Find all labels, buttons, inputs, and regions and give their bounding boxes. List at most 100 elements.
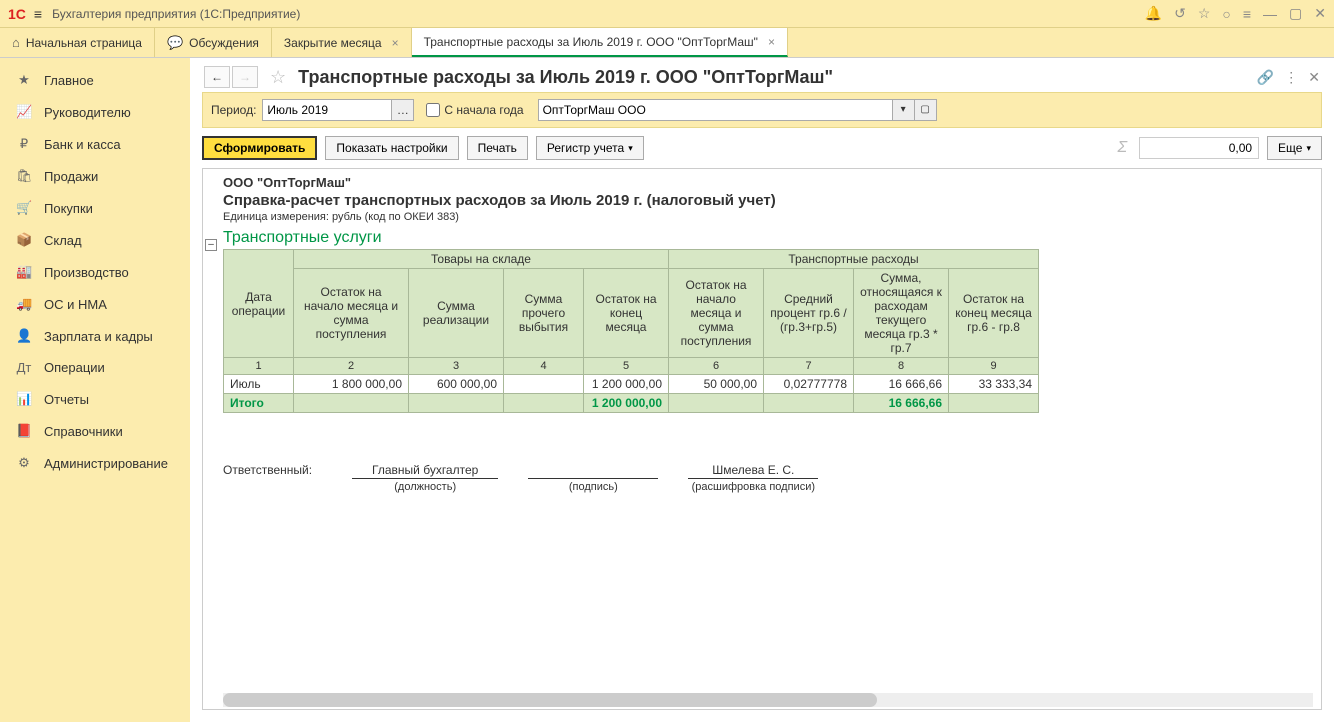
tab-close-month[interactable]: Закрытие месяца × bbox=[272, 28, 412, 57]
table-total-row: Итого 1 200 000,00 16 666,66 bbox=[224, 394, 1039, 413]
tab-close-month-label: Закрытие месяца bbox=[284, 36, 382, 50]
period-input[interactable] bbox=[262, 99, 392, 121]
sum-field[interactable] bbox=[1139, 137, 1259, 159]
period-picker-button[interactable]: … bbox=[392, 99, 414, 121]
close-icon[interactable]: × bbox=[768, 35, 775, 49]
sidebar-item-sales[interactable]: 🛍Продажи bbox=[0, 160, 190, 192]
sidebar-item-catalogs[interactable]: 📕Справочники bbox=[0, 415, 190, 447]
more-button[interactable]: Еще▾ bbox=[1267, 136, 1322, 160]
sidebar-item-manager[interactable]: 📈Руководителю bbox=[0, 96, 190, 128]
ruble-icon: ₽ bbox=[16, 136, 32, 152]
book-icon: 📕 bbox=[16, 423, 32, 439]
sidebar-item-hr[interactable]: 👤Зарплата и кадры bbox=[0, 320, 190, 352]
responsible-label: Ответственный: bbox=[223, 463, 322, 493]
col-2: Остаток на начало месяца и сумма поступл… bbox=[294, 269, 409, 358]
sidebar-item-production[interactable]: 🏭Производство bbox=[0, 256, 190, 288]
truck-icon: 🚚 bbox=[16, 296, 32, 312]
col-5: Остаток на конец месяца bbox=[584, 269, 669, 358]
col-7: Средний процент гр.6 / (гр.3+гр.5) bbox=[764, 269, 854, 358]
horizontal-scrollbar[interactable] bbox=[223, 693, 1313, 707]
report-unit: Единица измерения: рубль (код по ОКЕИ 38… bbox=[223, 211, 1313, 223]
col-6: Остаток на начало месяца и сумма поступл… bbox=[669, 269, 764, 358]
organization-input[interactable] bbox=[538, 99, 893, 121]
home-icon: ⌂ bbox=[12, 35, 20, 50]
signature-space bbox=[528, 463, 658, 478]
app-title: Бухгалтерия предприятия (1С:Предприятие) bbox=[52, 7, 1145, 21]
sidebar-item-admin[interactable]: ⚙Администрирование bbox=[0, 447, 190, 479]
bag-icon: 🛍 bbox=[16, 168, 32, 184]
sidebar-item-warehouse[interactable]: 📦Склад bbox=[0, 224, 190, 256]
menu-icon[interactable]: ≡ bbox=[34, 6, 42, 22]
history-icon[interactable]: ↺ bbox=[1174, 5, 1186, 22]
name-hint: (расшифровка подписи) bbox=[688, 478, 818, 493]
forward-button[interactable]: → bbox=[232, 66, 258, 88]
name-value: Шмелева Е. С. bbox=[688, 463, 818, 478]
chat-icon: 💬 bbox=[167, 35, 183, 51]
titlebar: 1С ≡ Бухгалтерия предприятия (1С:Предпри… bbox=[0, 0, 1334, 28]
tab-home[interactable]: ⌂ Начальная страница bbox=[0, 28, 155, 57]
factory-icon: 🏭 bbox=[16, 264, 32, 280]
generate-button[interactable]: Сформировать bbox=[202, 136, 317, 160]
barchart-icon: 📊 bbox=[16, 391, 32, 407]
collapse-handle[interactable]: – bbox=[205, 239, 217, 251]
sidebar-item-assets[interactable]: 🚚ОС и НМА bbox=[0, 288, 190, 320]
cart-icon: 🛒 bbox=[16, 200, 32, 216]
close-page-icon[interactable]: ✕ bbox=[1308, 69, 1320, 86]
circle-icon[interactable]: ○ bbox=[1222, 6, 1230, 22]
link-icon[interactable]: 🔗 bbox=[1257, 69, 1274, 86]
sidebar-item-reports[interactable]: 📊Отчеты bbox=[0, 383, 190, 415]
tabbar: ⌂ Начальная страница 💬 Обсуждения Закрыт… bbox=[0, 28, 1334, 58]
table-row[interactable]: Июль1 800 000,00600 000,00 1 200 000,005… bbox=[224, 375, 1039, 394]
position-value: Главный бухгалтер bbox=[352, 463, 498, 478]
tab-discussions-label: Обсуждения bbox=[189, 36, 259, 50]
person-icon: 👤 bbox=[16, 328, 32, 344]
close-icon[interactable]: × bbox=[392, 36, 399, 50]
back-button[interactable]: ← bbox=[204, 66, 230, 88]
col-8: Сумма, относящаяся к расходам текущего м… bbox=[854, 269, 949, 358]
logo-1c: 1С bbox=[8, 6, 26, 22]
position-hint: (должность) bbox=[352, 478, 498, 493]
chevron-down-icon: ▾ bbox=[1306, 143, 1311, 154]
show-settings-button[interactable]: Показать настройки bbox=[325, 136, 458, 160]
bell-icon[interactable]: 🔔 bbox=[1145, 5, 1162, 22]
maximize-icon[interactable]: ▢ bbox=[1289, 5, 1302, 22]
signatures: Ответственный: Главный бухгалтер (должно… bbox=[223, 463, 1313, 493]
register-button[interactable]: Регистр учета▾ bbox=[536, 136, 644, 160]
box-icon: 📦 bbox=[16, 232, 32, 248]
chart-icon: 📈 bbox=[16, 104, 32, 120]
star-icon[interactable]: ☆ bbox=[1198, 5, 1211, 22]
col-3: Сумма реализации bbox=[409, 269, 504, 358]
print-button[interactable]: Печать bbox=[467, 136, 528, 160]
sidebar-item-operations[interactable]: ДтОперации bbox=[0, 352, 190, 383]
tab-discussions[interactable]: 💬 Обсуждения bbox=[155, 28, 272, 57]
report-org: ООО "ОптТоргМаш" bbox=[223, 175, 1313, 190]
col-date: Дата операции bbox=[224, 250, 294, 358]
org-open-button[interactable]: ▢ bbox=[915, 99, 937, 121]
page-title: Транспортные расходы за Июль 2019 г. ООО… bbox=[298, 67, 1249, 88]
from-year-start-label: С начала года bbox=[444, 103, 523, 117]
sidebar-item-bank[interactable]: ₽Банк и касса bbox=[0, 128, 190, 160]
close-icon[interactable]: ✕ bbox=[1314, 5, 1326, 22]
settings-lines-icon[interactable]: ≡ bbox=[1243, 6, 1251, 22]
col-group-transport: Транспортные расходы bbox=[669, 250, 1039, 269]
tab-home-label: Начальная страница bbox=[26, 36, 142, 50]
tab-active-label: Транспортные расходы за Июль 2019 г. ООО… bbox=[424, 35, 758, 49]
report-section: Транспортные услуги bbox=[223, 229, 1313, 247]
more-vertical-icon[interactable]: ⋮ bbox=[1284, 69, 1298, 86]
report-table: Дата операции Товары на складе Транспорт… bbox=[223, 249, 1039, 413]
favorite-icon[interactable]: ☆ bbox=[270, 67, 286, 88]
table-number-row: 123 456 789 bbox=[224, 358, 1039, 375]
sidebar-item-main[interactable]: ★Главное bbox=[0, 64, 190, 96]
filter-bar: Период: … С начала года ▾ ▢ bbox=[202, 92, 1322, 128]
chevron-down-icon: ▾ bbox=[628, 143, 633, 154]
col-4: Сумма прочего выбытия bbox=[504, 269, 584, 358]
toolbar: Сформировать Показать настройки Печать Р… bbox=[190, 128, 1334, 168]
minimize-icon[interactable]: — bbox=[1263, 6, 1277, 22]
col-group-goods: Товары на складе bbox=[294, 250, 669, 269]
org-dropdown-button[interactable]: ▾ bbox=[893, 99, 915, 121]
sidebar: ★Главное 📈Руководителю ₽Банк и касса 🛍Пр… bbox=[0, 58, 190, 722]
sidebar-item-purchases[interactable]: 🛒Покупки bbox=[0, 192, 190, 224]
tab-transport-expenses[interactable]: Транспортные расходы за Июль 2019 г. ООО… bbox=[412, 28, 788, 57]
signature-hint: (подпись) bbox=[528, 478, 658, 493]
from-year-start-checkbox[interactable] bbox=[426, 103, 440, 117]
